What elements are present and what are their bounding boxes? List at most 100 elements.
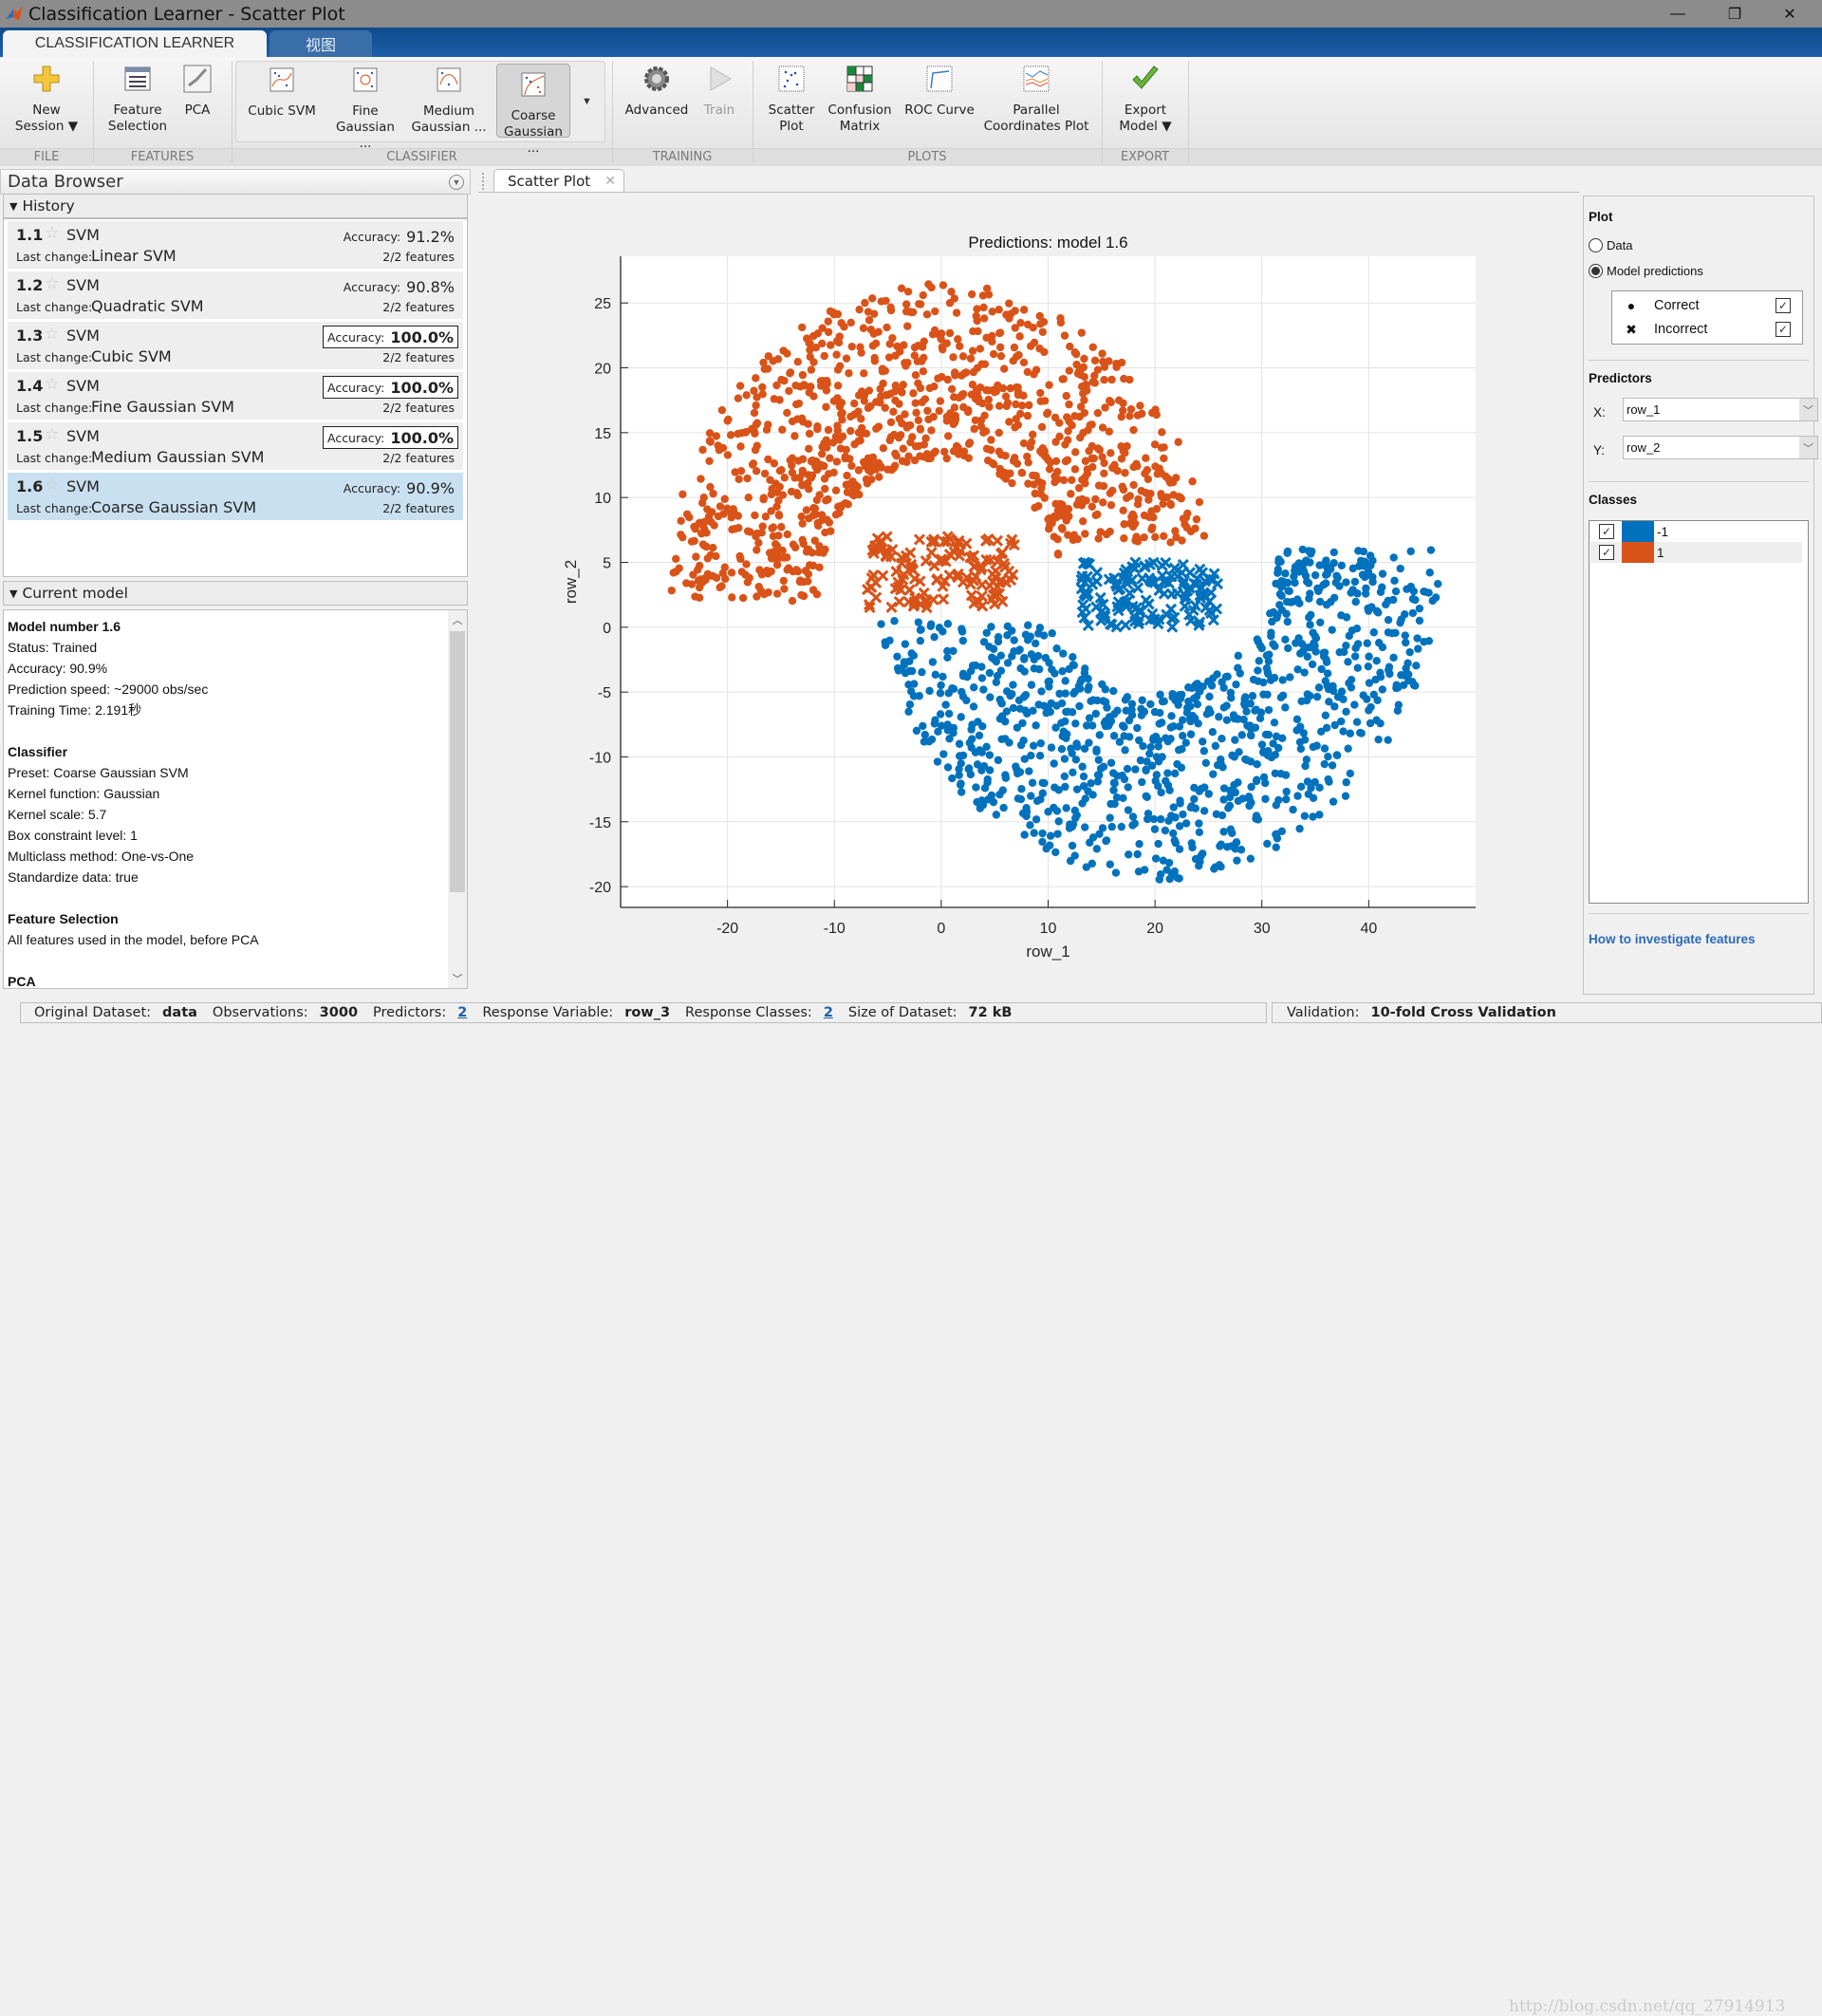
data-point-correct: [1078, 762, 1087, 771]
data-point-correct: [753, 529, 761, 538]
data-point-correct: [1109, 686, 1118, 696]
data-point-correct: [1012, 400, 1020, 409]
star-icon[interactable]: ☆: [45, 425, 59, 444]
current-model-section-header[interactable]: ▼ Current model: [3, 581, 468, 606]
history-section-header[interactable]: ▼ History: [3, 194, 468, 218]
data-point-correct: [753, 441, 761, 450]
export-model-button[interactable]: Export Model ▼: [1112, 63, 1179, 135]
class-row-neg1[interactable]: ✓ -1: [1590, 521, 1802, 542]
show-correct-checkbox[interactable]: ✓: [1776, 298, 1791, 313]
radio-data[interactable]: Data: [1589, 238, 1632, 252]
history-item-1-6[interactable]: 1.6 ☆ SVM Last change: Coarse Gaussian SVM Ac…: [8, 473, 463, 520]
parallel-coordinates-plot-button[interactable]: Parallel Coordinates Plot: [983, 63, 1089, 135]
data-point-correct: [723, 451, 733, 459]
radio-model-predictions[interactable]: Model predictions: [1589, 264, 1703, 278]
data-point-correct: [906, 687, 916, 696]
data-point-correct: [1369, 628, 1378, 637]
data-point-correct: [1123, 693, 1132, 701]
restore-button[interactable]: ❐: [1708, 0, 1761, 28]
drag-grip[interactable]: [482, 173, 484, 190]
scatter-plot-button[interactable]: Scatter Plot: [763, 63, 820, 135]
data-point-correct: [788, 417, 797, 426]
tab-view[interactable]: 视图: [270, 30, 372, 57]
data-point-correct: [1141, 469, 1149, 478]
close-button[interactable]: ✕: [1763, 0, 1816, 28]
scroll-down-icon[interactable]: ﹀: [448, 969, 467, 988]
star-icon[interactable]: ☆: [45, 325, 59, 344]
predictors-link[interactable]: 2: [457, 1005, 467, 1020]
star-icon[interactable]: ☆: [45, 274, 59, 293]
data-point-correct: [1175, 493, 1183, 501]
model-type: SVM: [66, 276, 100, 294]
class-color-swatch[interactable]: [1622, 542, 1654, 563]
coarse-gaussian-svm-button[interactable]: Coarse Gaussian ...: [496, 64, 570, 156]
data-point-correct: [931, 716, 939, 724]
data-point-correct: [1032, 815, 1041, 824]
scroll-up-icon[interactable]: ︿: [448, 610, 467, 629]
history-item-1-4[interactable]: 1.4 ☆ SVM Last change: Fine Gaussian SVM Accu…: [8, 372, 463, 420]
help-link[interactable]: How to investigate features: [1589, 932, 1756, 946]
tab-classification-learner[interactable]: CLASSIFICATION LEARNER: [3, 30, 267, 57]
class-row-pos1[interactable]: ✓ 1: [1590, 542, 1802, 563]
data-point-correct: [728, 593, 736, 602]
close-tab-icon[interactable]: ✕: [604, 174, 616, 189]
y-tick-label: 10: [594, 491, 611, 507]
data-point-correct: [1106, 758, 1116, 767]
minimize-button[interactable]: —: [1651, 0, 1704, 28]
chevron-down-icon[interactable]: ﹀: [1799, 399, 1817, 420]
data-point-correct: [1361, 589, 1370, 598]
train-button[interactable]: Train: [698, 63, 740, 119]
data-point-correct: [744, 493, 753, 502]
confusion-matrix-button[interactable]: Confusion Matrix: [826, 63, 894, 135]
data-point-correct: [700, 541, 709, 551]
gallery-expand-icon[interactable]: ▼: [582, 96, 592, 107]
x-predictor-select[interactable]: row_1 ﹀: [1623, 398, 1818, 421]
data-point-correct: [1163, 769, 1172, 777]
tab-scatter-plot[interactable]: Scatter Plot ✕: [493, 169, 624, 193]
scrollbar-thumb[interactable]: [450, 631, 465, 892]
history-item-1-1[interactable]: 1.1 ☆ SVM Last change: Linear SVM Accuracy: 91…: [8, 221, 463, 269]
new-session-button[interactable]: New Session ▼: [9, 63, 84, 135]
data-point-correct: [832, 350, 841, 359]
data-point-correct: [1138, 409, 1146, 419]
roc-curve-button[interactable]: ROC Curve: [902, 63, 977, 119]
accuracy-value: 100.0%: [390, 428, 454, 447]
history-item-1-3[interactable]: 1.3 ☆ SVM Last change: Cubic SVM Accuracy: 100…: [8, 322, 463, 369]
data-point-correct: [1311, 777, 1319, 787]
data-point-correct: [1024, 621, 1032, 629]
data-point-correct: [1253, 760, 1261, 769]
cubic-svm-button[interactable]: Cubic SVM: [248, 64, 316, 120]
star-icon[interactable]: ☆: [45, 476, 59, 495]
chevron-down-icon[interactable]: ﹀: [1799, 437, 1817, 458]
star-icon[interactable]: ☆: [45, 224, 59, 243]
y-tick-label: -5: [598, 685, 611, 701]
class-color-swatch[interactable]: [1622, 521, 1654, 542]
advanced-button[interactable]: Advanced: [623, 63, 691, 119]
data-point-correct: [909, 389, 918, 398]
panel-options-icon[interactable]: ▼: [449, 175, 464, 190]
data-point-correct: [893, 652, 902, 661]
y-predictor-select[interactable]: row_2 ﹀: [1623, 436, 1818, 459]
history-item-1-5[interactable]: 1.5 ☆ SVM Last change: Medium Gaussian SVM Ac…: [8, 422, 463, 470]
data-point-correct: [1174, 438, 1182, 446]
scatter-plot-chart[interactable]: -20 -10 0 10 20 30 40 -20 -15 -10 -5 0 5 10 15 20 25 Pred…: [478, 193, 1579, 1001]
history-item-1-2[interactable]: 1.2 ☆ SVM Last change: Quadratic SVM Accuracy…: [8, 271, 463, 319]
star-icon[interactable]: ☆: [45, 375, 59, 394]
vertical-scrollbar[interactable]: ︿ ﹀: [448, 610, 467, 988]
data-point-correct: [1053, 506, 1063, 515]
class-pos1-checkbox[interactable]: ✓: [1599, 545, 1614, 560]
data-point-correct: [1372, 716, 1381, 724]
medium-gaussian-svm-button[interactable]: Medium Gaussian ...: [411, 64, 487, 136]
show-incorrect-checkbox[interactable]: ✓: [1776, 322, 1791, 337]
data-point-correct: [1113, 772, 1122, 780]
data-point-correct: [899, 444, 908, 453]
data-point-correct: [1295, 599, 1304, 607]
data-point-correct: [786, 369, 794, 378]
pca-button[interactable]: PCA: [177, 63, 218, 119]
class-neg1-checkbox[interactable]: ✓: [1599, 524, 1614, 539]
data-point-correct: [1431, 593, 1441, 602]
fine-gaussian-svm-button[interactable]: Fine Gaussian ...: [329, 64, 401, 152]
response-classes-link[interactable]: 2: [824, 1005, 833, 1020]
data-point-correct: [1254, 677, 1262, 685]
feature-selection-button[interactable]: Feature Selection: [104, 63, 171, 135]
